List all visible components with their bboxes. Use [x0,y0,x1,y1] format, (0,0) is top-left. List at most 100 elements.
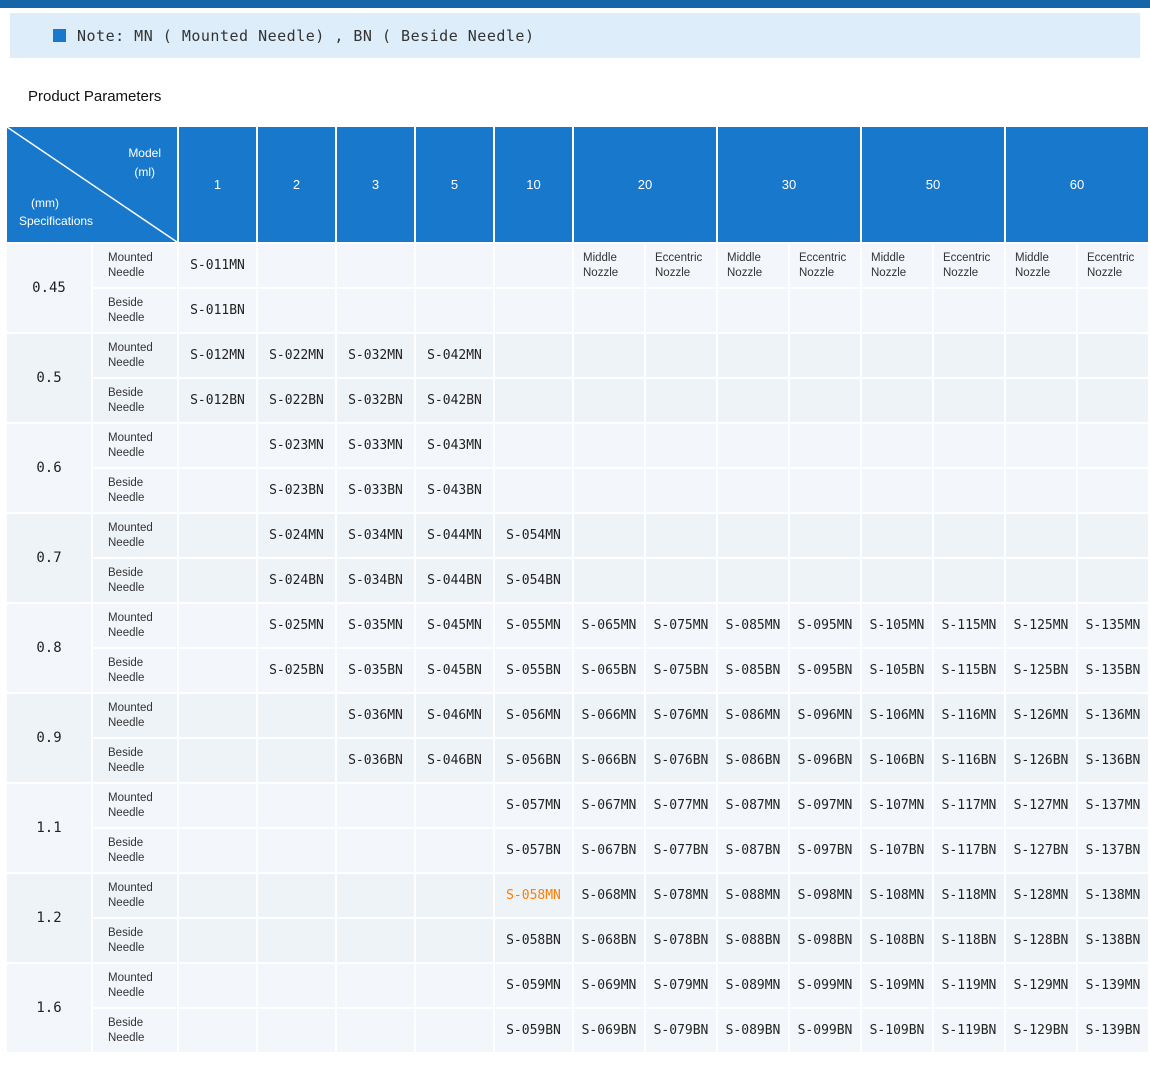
model-code-cell[interactable]: S-106BN [861,738,933,783]
model-code-cell[interactable]: S-127BN [1005,828,1077,873]
model-code-cell[interactable]: S-115BN [933,648,1005,693]
model-code-cell[interactable]: S-128BN [1005,918,1077,963]
model-code-cell[interactable]: S-136BN [1077,738,1149,783]
model-code-cell[interactable]: S-118BN [933,918,1005,963]
model-code-cell[interactable]: S-089BN [717,1008,789,1053]
model-code-cell[interactable]: S-099BN [789,1008,861,1053]
model-code-cell[interactable]: S-057BN [494,828,573,873]
model-code-cell[interactable]: S-033BN [336,468,415,513]
model-code-cell[interactable]: S-127MN [1005,783,1077,828]
model-code-cell[interactable]: S-086BN [717,738,789,783]
model-code-cell[interactable]: S-126BN [1005,738,1077,783]
model-code-cell[interactable]: S-054BN [494,558,573,603]
model-code-cell[interactable]: S-109BN [861,1008,933,1053]
model-code-cell[interactable]: S-067MN [573,783,645,828]
model-code-cell[interactable]: S-119BN [933,1008,1005,1053]
model-code-cell[interactable]: S-107BN [861,828,933,873]
model-code-cell[interactable]: S-034BN [336,558,415,603]
model-code-cell[interactable]: S-116BN [933,738,1005,783]
model-code-cell[interactable]: S-066MN [573,693,645,738]
model-code-cell[interactable]: S-088BN [717,918,789,963]
model-code-cell[interactable]: S-042MN [415,333,494,378]
model-code-cell[interactable]: S-043MN [415,423,494,468]
model-code-cell[interactable]: S-116MN [933,693,1005,738]
model-code-cell[interactable]: S-095MN [789,603,861,648]
model-code-cell[interactable]: S-077MN [645,783,717,828]
model-code-cell[interactable]: S-024BN [257,558,336,603]
model-code-cell[interactable]: S-138MN [1077,873,1149,918]
model-code-cell[interactable]: S-077BN [645,828,717,873]
model-code-cell[interactable]: S-025BN [257,648,336,693]
model-code-cell[interactable]: S-036MN [336,693,415,738]
model-code-cell[interactable]: S-098MN [789,873,861,918]
model-code-cell[interactable]: S-119MN [933,963,1005,1008]
model-code-cell[interactable]: S-125MN [1005,603,1077,648]
model-code-cell[interactable]: S-046BN [415,738,494,783]
model-code-cell[interactable]: S-033MN [336,423,415,468]
model-code-cell[interactable]: S-128MN [1005,873,1077,918]
model-code-cell[interactable]: S-129BN [1005,1008,1077,1053]
model-code-cell[interactable]: S-045MN [415,603,494,648]
model-code-cell[interactable]: S-096BN [789,738,861,783]
model-code-cell[interactable]: S-097BN [789,828,861,873]
model-code-cell[interactable]: S-044MN [415,513,494,558]
model-code-cell[interactable]: S-059BN [494,1008,573,1053]
model-code-cell[interactable]: S-079MN [645,963,717,1008]
model-code-cell[interactable]: S-137MN [1077,783,1149,828]
model-code-cell[interactable]: S-088MN [717,873,789,918]
model-code-cell[interactable]: S-035MN [336,603,415,648]
model-code-cell[interactable]: S-046MN [415,693,494,738]
model-code-cell[interactable]: S-108BN [861,918,933,963]
model-code-cell[interactable]: S-069MN [573,963,645,1008]
model-code-cell[interactable]: S-139BN [1077,1008,1149,1053]
model-code-cell[interactable]: S-012MN [178,333,257,378]
model-code-cell[interactable]: S-107MN [861,783,933,828]
model-code-cell[interactable]: S-078MN [645,873,717,918]
model-code-cell[interactable]: S-135BN [1077,648,1149,693]
model-code-cell[interactable]: S-042BN [415,378,494,423]
model-code-cell[interactable]: S-087MN [717,783,789,828]
model-code-cell[interactable]: S-068MN [573,873,645,918]
model-code-cell[interactable]: S-054MN [494,513,573,558]
model-code-cell[interactable]: S-065MN [573,603,645,648]
model-code-cell[interactable]: S-129MN [1005,963,1077,1008]
model-code-cell[interactable]: S-118MN [933,873,1005,918]
model-code-cell[interactable]: S-086MN [717,693,789,738]
model-code-cell[interactable]: S-068BN [573,918,645,963]
model-code-cell[interactable]: S-085BN [717,648,789,693]
model-code-cell[interactable]: S-043BN [415,468,494,513]
model-code-cell[interactable]: S-105BN [861,648,933,693]
model-code-cell[interactable]: S-025MN [257,603,336,648]
model-code-cell[interactable]: S-076MN [645,693,717,738]
model-code-cell[interactable]: S-032BN [336,378,415,423]
model-code-cell[interactable]: S-022MN [257,333,336,378]
model-code-cell[interactable]: S-115MN [933,603,1005,648]
model-code-cell[interactable]: S-106MN [861,693,933,738]
model-code-cell[interactable]: S-126MN [1005,693,1077,738]
model-code-cell[interactable]: S-096MN [789,693,861,738]
model-code-cell[interactable]: S-057MN [494,783,573,828]
model-code-cell[interactable]: S-135MN [1077,603,1149,648]
model-code-cell[interactable]: S-058MN [494,873,573,918]
model-code-cell[interactable]: S-109MN [861,963,933,1008]
model-code-cell[interactable]: S-056BN [494,738,573,783]
model-code-cell[interactable]: S-059MN [494,963,573,1008]
model-code-cell[interactable]: S-058BN [494,918,573,963]
model-code-cell[interactable]: S-023MN [257,423,336,468]
model-code-cell[interactable]: S-105MN [861,603,933,648]
model-code-cell[interactable]: S-055MN [494,603,573,648]
model-code-cell[interactable]: S-125BN [1005,648,1077,693]
model-code-cell[interactable]: S-079BN [645,1008,717,1053]
model-code-cell[interactable]: S-055BN [494,648,573,693]
model-code-cell[interactable]: S-137BN [1077,828,1149,873]
model-code-cell[interactable]: S-076BN [645,738,717,783]
model-code-cell[interactable]: S-069BN [573,1008,645,1053]
model-code-cell[interactable]: S-117MN [933,783,1005,828]
model-code-cell[interactable]: S-138BN [1077,918,1149,963]
model-code-cell[interactable]: S-085MN [717,603,789,648]
model-code-cell[interactable]: S-139MN [1077,963,1149,1008]
model-code-cell[interactable]: S-108MN [861,873,933,918]
model-code-cell[interactable]: S-022BN [257,378,336,423]
model-code-cell[interactable]: S-035BN [336,648,415,693]
model-code-cell[interactable]: S-117BN [933,828,1005,873]
